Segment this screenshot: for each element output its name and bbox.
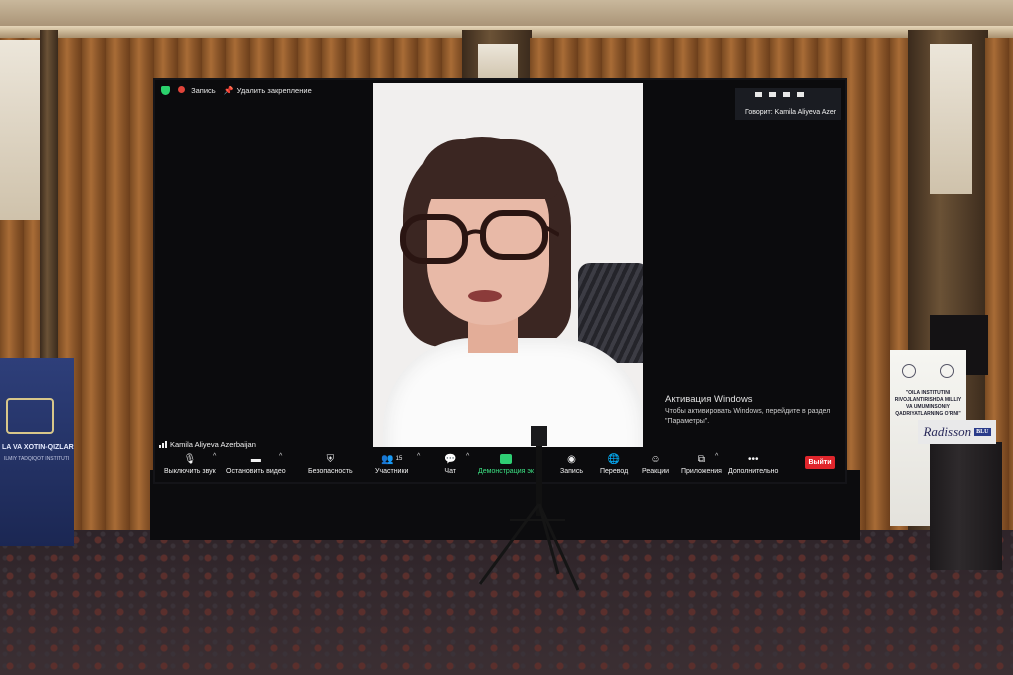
- speaker-name: Kamila Aliyeva Azer: [774, 109, 837, 116]
- security-button[interactable]: ⛨ Безопасность: [308, 454, 353, 475]
- speaker-mouth: [468, 290, 502, 302]
- participants-caret-icon[interactable]: ^: [417, 453, 420, 460]
- minimize-view-icon[interactable]: [755, 92, 762, 97]
- speaker-bangs: [419, 139, 559, 199]
- chat-button[interactable]: 💬 Чат: [444, 454, 456, 475]
- participants-icon: 👥 15: [381, 454, 403, 465]
- emblem-right-icon: [940, 364, 954, 378]
- chat-label: Чат: [444, 468, 457, 475]
- recording-label: Запись: [191, 85, 216, 95]
- unpin-button[interactable]: 📌 Удалить закрепление: [224, 86, 312, 95]
- participants-label: Участники: [375, 468, 409, 475]
- emblem-left-icon: [902, 364, 916, 378]
- apps-label: Приложения: [681, 468, 722, 475]
- chat-bubble-icon: 💬: [444, 454, 457, 465]
- podium-brand: Radisson: [923, 424, 972, 439]
- security-label: Безопасность: [308, 468, 353, 475]
- participants-button[interactable]: 👥 15 Участники: [375, 454, 408, 475]
- translate-label: Перевод: [600, 468, 629, 475]
- left-window: [0, 40, 40, 220]
- podium-sign: Radisson BLU: [918, 420, 996, 444]
- view-controls: Говорит: Kamila Aliyeva Azer: [735, 88, 841, 120]
- stop-video-label: Остановить видео: [226, 468, 286, 475]
- smiley-icon: ☺: [650, 454, 661, 465]
- grid-view-icon[interactable]: [797, 92, 804, 97]
- participants-count: 15: [395, 456, 403, 462]
- record-dot-icon: [178, 85, 185, 93]
- mute-label: Выключить звук: [164, 468, 216, 475]
- audio-options-caret-icon[interactable]: ^: [213, 453, 216, 460]
- podium: [930, 442, 1002, 570]
- podium-badge: BLU: [974, 428, 991, 436]
- left-rollup-banner: LA VA XOTIN-QIZLAR ILMIY TADQIQOT INSTIT…: [0, 358, 74, 546]
- led-screen: Запись 📌 Удалить закрепление Говорит: Ka…: [155, 80, 845, 482]
- glasses: [400, 210, 559, 264]
- more-button[interactable]: ••• Дополнительно: [728, 454, 778, 475]
- active-speaker-label: Говорит: Kamila Aliyeva Azer: [745, 109, 836, 116]
- banner-left-subtitle: ILMIY TADQIQOT INSTITUTI: [4, 456, 70, 462]
- unpin-label: Удалить закрепление: [236, 85, 312, 95]
- windows-activation-notice: Активация Windows Чтобы активировать Win…: [665, 394, 843, 427]
- video-options-caret-icon[interactable]: ^: [279, 453, 282, 460]
- participant-video[interactable]: [373, 83, 643, 447]
- microphone-icon: 🎙: [183, 454, 197, 465]
- banner-right-title: "OILA INSTITUTINI RIVOJLANTIRISHDA MILLI…: [894, 390, 962, 417]
- video-camera-icon: ▬: [250, 454, 261, 465]
- reactions-button[interactable]: ☺ Реакции: [642, 454, 669, 475]
- camera-tripod: [478, 426, 580, 591]
- signal-icon: [159, 441, 167, 448]
- pin-icon: 📌: [223, 85, 234, 95]
- institute-logo: [6, 398, 54, 434]
- self-view-name: Kamila Aliyeva Azerbaijan: [159, 440, 256, 449]
- globe-icon: 🌐: [607, 454, 621, 465]
- reactions-label: Реакции: [642, 468, 670, 475]
- recording-indicator[interactable]: Запись: [178, 85, 216, 95]
- apps-caret-icon[interactable]: ^: [715, 453, 718, 460]
- banner-left-title: LA VA XOTIN-QIZLAR: [2, 444, 74, 451]
- translate-button[interactable]: 🌐 Перевод: [600, 454, 628, 475]
- activation-title: Активация Windows: [665, 394, 753, 405]
- apps-icon: ⧉: [697, 454, 706, 465]
- self-view-name-label: Kamila Aliyeva Azerbaijan: [170, 440, 256, 449]
- chat-caret-icon[interactable]: ^: [466, 453, 469, 460]
- right-window: [930, 44, 972, 194]
- shield-icon[interactable]: [161, 85, 170, 95]
- leave-button[interactable]: Выйти: [805, 456, 835, 469]
- speaker-view-icon[interactable]: [769, 92, 776, 97]
- ellipsis-icon: •••: [747, 454, 759, 465]
- stop-video-button[interactable]: ▬ Остановить видео: [226, 454, 286, 475]
- more-label: Дополнительно: [728, 468, 779, 475]
- mute-button[interactable]: 🎙 Выключить звук: [164, 454, 216, 475]
- center-window: [478, 44, 518, 82]
- activation-text: Чтобы активировать Windows, перейдите в …: [665, 408, 831, 425]
- gallery-view-icon[interactable]: [783, 92, 790, 97]
- speaker-prefix: Говорит:: [745, 109, 775, 116]
- security-shield-icon: ⛨: [326, 454, 335, 465]
